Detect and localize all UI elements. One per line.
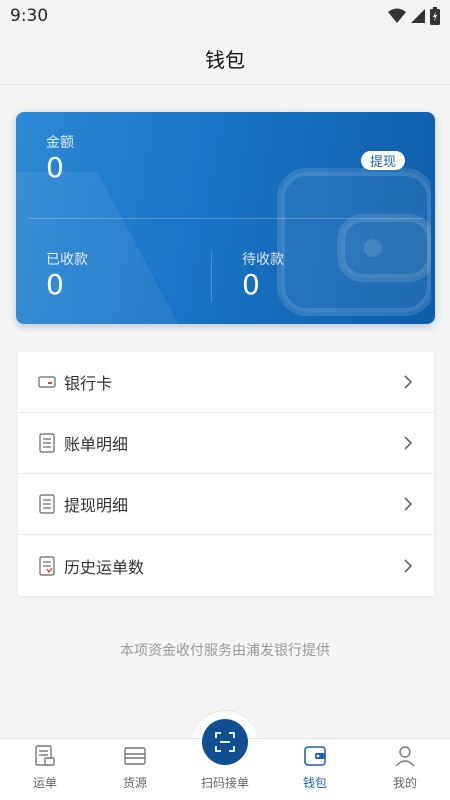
nav-item-cargo[interactable]: 货源 xyxy=(90,739,180,800)
card-divider xyxy=(28,218,423,219)
wallet-menu-list: 银行卡 账单明细 提现明细 历史运单数 xyxy=(18,352,434,596)
status-bar: 9:30 xyxy=(0,0,450,32)
service-provider-note: 本项资金收付服务由浦发银行提供 xyxy=(120,643,330,659)
received-value: 0 xyxy=(46,268,64,301)
page-title: 钱包 xyxy=(205,47,245,72)
wifi-icon xyxy=(388,8,406,23)
app-header: 钱包 xyxy=(0,32,450,84)
menu-item-label: 账单明细 xyxy=(64,435,129,454)
nav-item-waybill[interactable]: 运单 xyxy=(0,739,90,800)
menu-item-bill-detail[interactable]: 账单明细 xyxy=(18,413,434,474)
profile-icon xyxy=(395,746,415,767)
status-time: 9:30 xyxy=(10,6,49,26)
wallet-watermark-icon xyxy=(277,168,431,316)
cargo-icon xyxy=(124,747,146,765)
waybill-icon xyxy=(35,745,55,766)
history-order-icon xyxy=(36,555,58,577)
menu-item-history-orders[interactable]: 历史运单数 xyxy=(18,535,434,596)
nav-label: 货源 xyxy=(122,776,147,790)
amount-value: 0 xyxy=(46,151,64,184)
signal-icon xyxy=(411,9,425,23)
wallet-icon xyxy=(304,746,326,766)
bank-card-icon xyxy=(36,371,58,393)
battery-icon xyxy=(430,7,440,25)
chevron-right-icon xyxy=(404,497,413,511)
card-decoration-shape xyxy=(16,172,215,324)
bill-detail-icon xyxy=(36,432,58,454)
wallet-screen: 9:30 钱包 金额 0 提现 已收款 0 待收款 0 银行卡 账单明细 提现明… xyxy=(0,0,450,800)
nav-label: 钱包 xyxy=(302,776,327,790)
scan-order-button[interactable] xyxy=(202,719,248,765)
withdraw-button[interactable]: 提现 xyxy=(360,151,405,170)
chevron-right-icon xyxy=(404,375,413,389)
header-divider xyxy=(0,84,450,85)
menu-item-bank-card[interactable]: 银行卡 xyxy=(18,352,434,413)
menu-item-withdraw-detail[interactable]: 提现明细 xyxy=(18,474,434,535)
menu-item-label: 提现明细 xyxy=(64,496,129,515)
wallet-card: 金额 0 提现 已收款 0 待收款 0 xyxy=(16,112,435,324)
nav-item-wallet[interactable]: 钱包 xyxy=(270,739,360,800)
chevron-right-icon xyxy=(404,436,413,450)
withdraw-detail-icon xyxy=(36,493,58,515)
nav-label: 我的 xyxy=(392,776,417,790)
menu-item-label: 历史运单数 xyxy=(64,557,145,577)
pending-label: 待收款 xyxy=(242,252,284,268)
nav-label: 扫码接单 xyxy=(200,776,249,790)
menu-item-label: 银行卡 xyxy=(64,374,113,393)
amount-label: 金额 xyxy=(46,135,74,151)
chevron-right-icon xyxy=(404,558,413,573)
scan-icon xyxy=(215,732,235,752)
nav-item-profile[interactable]: 我的 xyxy=(360,739,450,800)
nav-label: 运单 xyxy=(32,776,57,790)
status-icons xyxy=(388,7,440,25)
received-label: 已收款 xyxy=(46,252,88,268)
card-vertical-divider xyxy=(211,252,212,302)
pending-value: 0 xyxy=(242,268,260,301)
